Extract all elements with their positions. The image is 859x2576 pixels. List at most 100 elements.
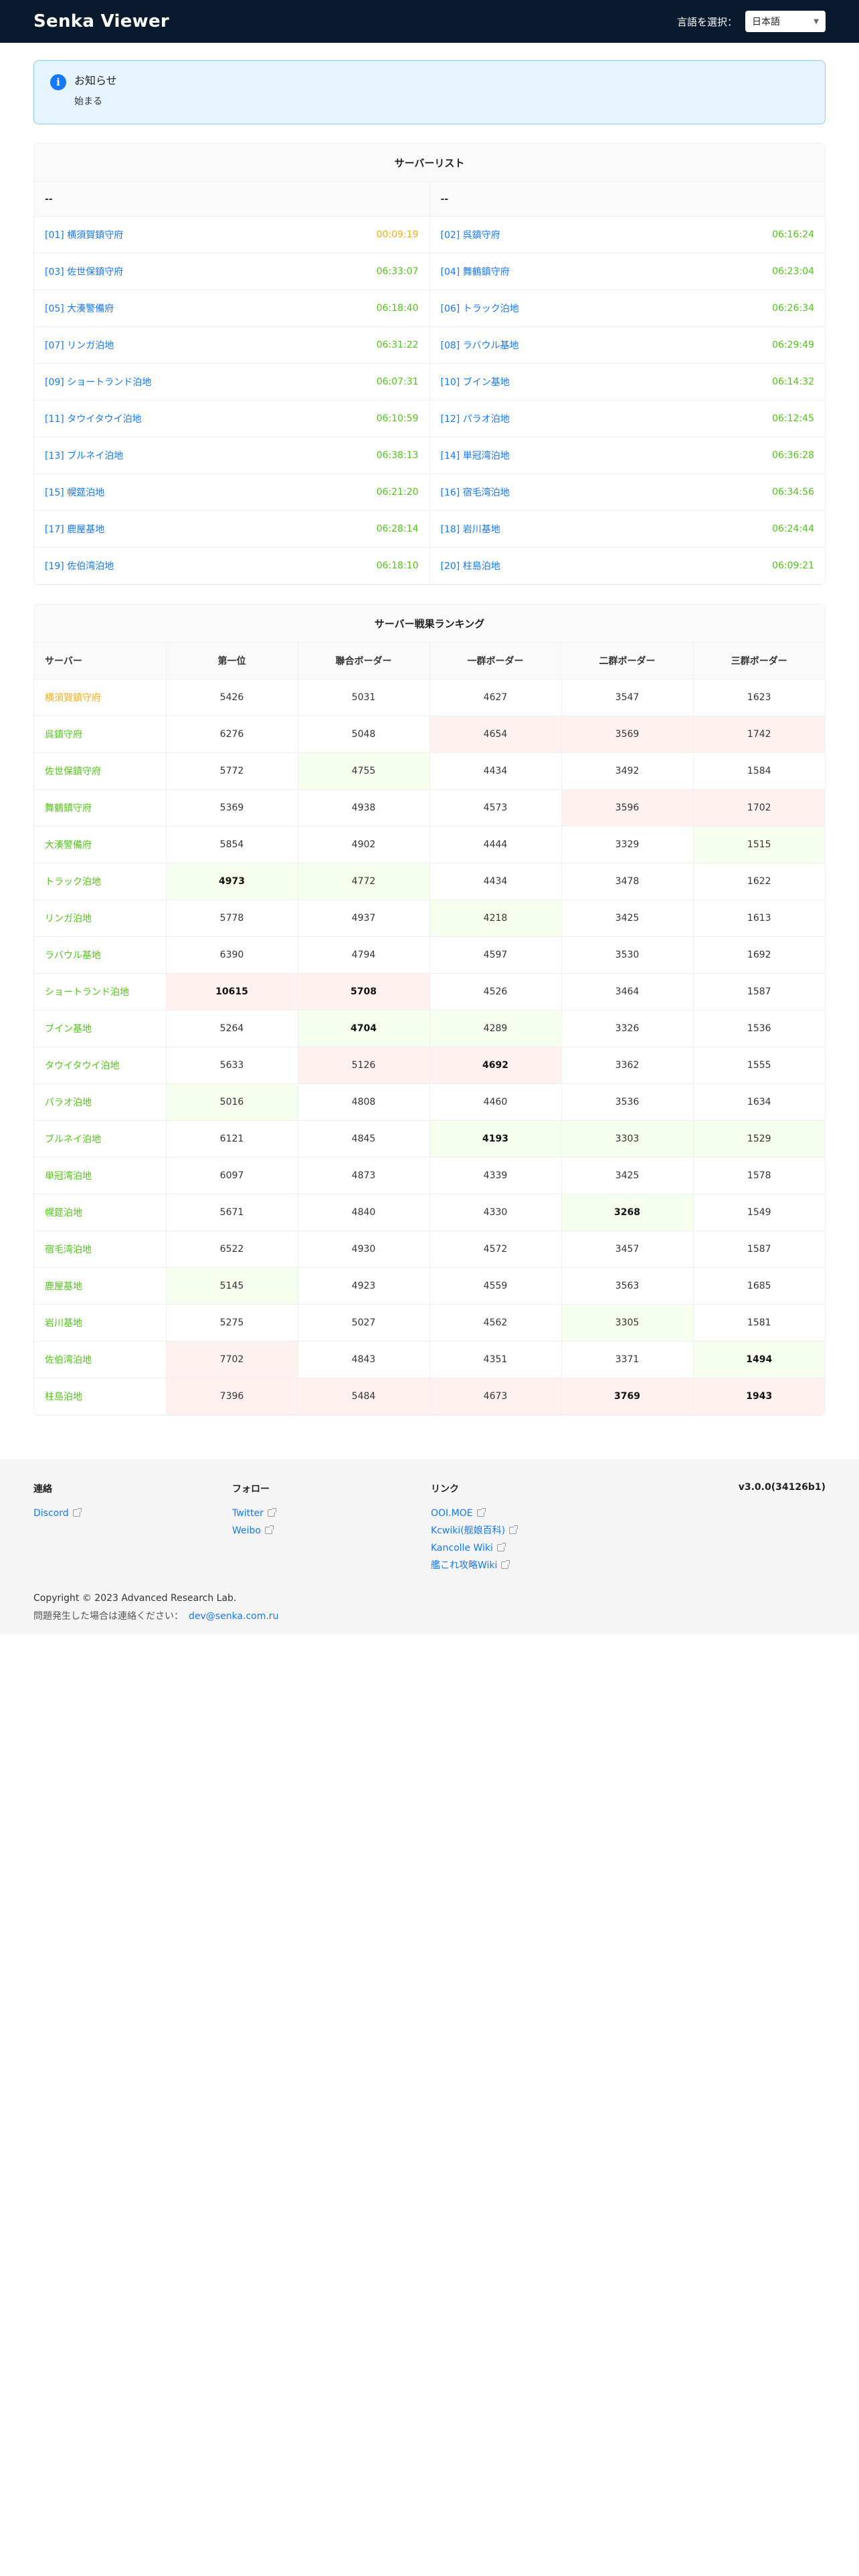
server-link[interactable]: [19] 佐伯湾泊地 xyxy=(45,559,114,572)
server-list-title: サーバーリスト xyxy=(34,144,825,181)
ranking-value-cell: 6522 xyxy=(166,1230,298,1268)
server-list-cell: [04] 舞鶴鎮守府 06:23:04 xyxy=(430,253,825,290)
ranking-value-cell: 4845 xyxy=(298,1120,430,1158)
language-selector-group: 言語を選択： 日本語 ▼ xyxy=(677,11,826,32)
ranking-value-cell: 4772 xyxy=(298,863,430,900)
server-list-header-left: -- xyxy=(34,181,430,217)
server-link[interactable]: [04] 舞鶴鎮守府 xyxy=(441,265,510,278)
footer-contact-title: 連絡 xyxy=(33,1484,52,1495)
server-list-row: [07] リンガ泊地 06:31:22 [08] ラバウル基地 06:29:49 xyxy=(34,326,825,364)
server-link[interactable]: [18] 岩川基地 xyxy=(441,522,500,536)
external-link-icon xyxy=(267,1508,276,1517)
ranking-server-name[interactable]: 鹿屋基地 xyxy=(34,1267,167,1305)
ranking-server-name[interactable]: ショートランド泊地 xyxy=(34,973,167,1010)
external-link-icon xyxy=(509,1525,518,1534)
ranking-value-cell: 1685 xyxy=(693,1267,825,1305)
external-link-icon xyxy=(496,1543,506,1551)
server-link[interactable]: [01] 横須賀鎮守府 xyxy=(45,228,123,241)
server-link[interactable]: [03] 佐世保鎮守府 xyxy=(45,265,123,278)
ranking-server-name[interactable]: 舞鶴鎮守府 xyxy=(34,789,167,827)
brand-logo[interactable]: Senka Viewer xyxy=(33,11,169,31)
ranking-server-name[interactable]: 佐伯湾泊地 xyxy=(34,1341,167,1378)
footer-link-kancolle-wiki[interactable]: Kancolle Wiki xyxy=(431,1539,630,1557)
server-link[interactable]: [17] 鹿屋基地 xyxy=(45,522,104,536)
server-link[interactable]: [15] 幌筵泊地 xyxy=(45,486,104,499)
server-link[interactable]: [06] トラック泊地 xyxy=(441,302,519,315)
server-link[interactable]: [13] ブルネイ泊地 xyxy=(45,449,123,462)
contact-text: 問題発生した場合は連絡ください： xyxy=(33,1611,183,1622)
chevron-down-icon: ▼ xyxy=(814,17,819,25)
ranking-value-cell: 5275 xyxy=(166,1304,298,1341)
ranking-server-name[interactable]: 大湊警備府 xyxy=(34,826,167,863)
server-link[interactable]: [10] ブイン基地 xyxy=(441,375,510,389)
ranking-server-name[interactable]: トラック泊地 xyxy=(34,863,167,900)
ranking-server-name[interactable]: 単冠湾泊地 xyxy=(34,1157,167,1194)
footer-link-weibo[interactable]: Weibo xyxy=(232,1522,431,1539)
server-link[interactable]: [07] リンガ泊地 xyxy=(45,338,114,352)
ranking-server-name[interactable]: ラバウル基地 xyxy=(34,936,167,974)
top-navbar: Senka Viewer 言語を選択： 日本語 ▼ xyxy=(0,0,859,43)
ranking-row: トラック泊地 4973 4772 4434 3478 1622 xyxy=(34,863,825,900)
footer-link-kouryaku-wiki[interactable]: 艦これ攻略Wiki xyxy=(431,1557,630,1574)
ranking-value-cell: 1587 xyxy=(693,1230,825,1268)
ranking-value-cell: 1494 xyxy=(693,1341,825,1378)
server-link[interactable]: [14] 単冠湾泊地 xyxy=(441,449,510,462)
ranking-value-cell: 4434 xyxy=(430,752,562,790)
server-list-row: [05] 大湊警備府 06:18:40 [06] トラック泊地 06:26:34 xyxy=(34,290,825,327)
footer-link-twitter[interactable]: Twitter xyxy=(232,1505,431,1522)
server-entry: [02] 呉鎮守府 06:16:24 xyxy=(441,228,815,241)
ranking-value-cell: 1584 xyxy=(693,752,825,790)
ranking-row: 舞鶴鎮守府 5369 4938 4573 3596 1702 xyxy=(34,789,825,827)
ranking-header-cell: サーバー xyxy=(34,642,167,679)
ranking-server-name[interactable]: リンガ泊地 xyxy=(34,899,167,937)
server-list-cell: [15] 幌筵泊地 06:21:20 xyxy=(34,473,430,511)
server-entry: [10] ブイン基地 06:14:32 xyxy=(441,375,815,389)
ranking-server-name[interactable]: 呉鎮守府 xyxy=(34,716,167,753)
ranking-server-name[interactable]: 佐世保鎮守府 xyxy=(34,752,167,790)
ranking-header-cell: 聯合ボーダー xyxy=(298,642,430,679)
ranking-server-name[interactable]: 横須賀鎮守府 xyxy=(34,679,167,716)
server-entry: [16] 宿毛湾泊地 06:34:56 xyxy=(441,486,815,499)
ranking-value-cell: 10615 xyxy=(166,973,298,1010)
footer-link-discord[interactable]: Discord xyxy=(33,1505,232,1522)
language-select[interactable]: 日本語 ▼ xyxy=(745,11,826,32)
ranking-server-name[interactable]: 幌筵泊地 xyxy=(34,1194,167,1231)
ranking-server-name[interactable]: 柱島泊地 xyxy=(34,1378,167,1415)
server-link[interactable]: [11] タウイタウイ泊地 xyxy=(45,412,142,425)
language-label: 言語を選択： xyxy=(676,15,737,28)
server-list-cell: [05] 大湊警備府 06:18:40 xyxy=(34,290,430,327)
ranking-value-cell: 4434 xyxy=(430,863,562,900)
ranking-value-cell: 1623 xyxy=(693,679,825,716)
server-link[interactable]: [09] ショートランド泊地 xyxy=(45,375,151,389)
ranking-body: 横須賀鎮守府 5426 5031 4627 3547 1623 呉鎮守府 6276 5048 46… xyxy=(34,679,825,1415)
ranking-row: 幌筵泊地 5671 4840 4330 3268 1549 xyxy=(34,1194,825,1231)
ranking-server-name[interactable]: パラオ泊地 xyxy=(34,1083,167,1121)
ranking-server-name[interactable]: 宿毛湾泊地 xyxy=(34,1230,167,1268)
server-link[interactable]: [08] ラバウル基地 xyxy=(441,338,519,352)
server-link[interactable]: [16] 宿毛湾泊地 xyxy=(441,486,510,499)
server-list-cell: [01] 横須賀鎮守府 00:09:19 xyxy=(34,216,430,253)
footer-link-kcwiki[interactable]: Kcwiki(舰娘百科) xyxy=(431,1522,630,1539)
server-link[interactable]: [20] 柱島泊地 xyxy=(441,559,500,572)
server-link[interactable]: [12] パラオ泊地 xyxy=(441,412,510,425)
ranking-server-name[interactable]: ブイン基地 xyxy=(34,1010,167,1047)
footer-link-ooi[interactable]: OOI.MOE xyxy=(431,1505,630,1522)
ranking-server-name[interactable]: タウイタウイ泊地 xyxy=(34,1047,167,1084)
server-list-cell: [10] ブイン基地 06:14:32 xyxy=(430,363,825,401)
footer-link-label: Twitter xyxy=(232,1508,264,1519)
server-link[interactable]: [05] 大湊警備府 xyxy=(45,302,114,315)
ranking-value-cell: 7702 xyxy=(166,1341,298,1378)
server-entry: [07] リンガ泊地 06:31:22 xyxy=(45,338,419,352)
ranking-row: タウイタウイ泊地 5633 5126 4692 3362 1555 xyxy=(34,1047,825,1084)
ranking-header-row: サーバー 第一位 聯合ボーダー 一群ボーダー 二群ボーダー 三群ボーダー xyxy=(34,642,825,679)
ranking-server-name[interactable]: ブルネイ泊地 xyxy=(34,1120,167,1158)
server-link[interactable]: [02] 呉鎮守府 xyxy=(441,228,500,241)
ranking-value-cell: 4843 xyxy=(298,1341,430,1378)
ranking-value-cell: 3305 xyxy=(561,1304,694,1341)
server-time: 06:34:56 xyxy=(772,487,814,498)
ranking-value-cell: 6276 xyxy=(166,716,298,753)
ranking-server-name[interactable]: 岩川基地 xyxy=(34,1304,167,1341)
server-list-row: [13] ブルネイ泊地 06:38:13 [14] 単冠湾泊地 06:36:28 xyxy=(34,437,825,474)
contact-email-link[interactable]: dev@senka.com.ru xyxy=(189,1611,278,1622)
server-entry: [11] タウイタウイ泊地 06:10:59 xyxy=(45,412,419,425)
